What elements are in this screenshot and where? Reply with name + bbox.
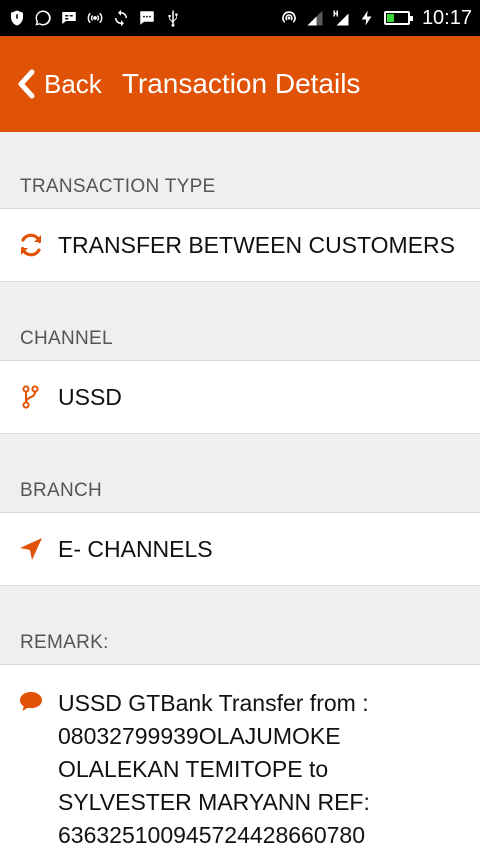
vpn-icon [8, 9, 26, 27]
branch-icon [18, 384, 44, 410]
signal-icon [306, 9, 324, 27]
branch-row: E- CHANNELS [0, 512, 480, 586]
back-button[interactable]: Back [16, 69, 102, 100]
status-clock: 10:17 [421, 6, 472, 29]
wifi-icon [280, 9, 298, 27]
page-title: Transaction Details [121, 68, 361, 99]
battery-icon [383, 11, 413, 25]
channel-row: USSD [0, 360, 480, 434]
sync-icon [112, 9, 130, 27]
location-arrow-icon [18, 536, 44, 562]
section-label-channel: CHANNEL [20, 328, 113, 349]
branch-value: E- CHANNELS [58, 535, 213, 562]
app-bar: Back Transaction Details [0, 36, 480, 132]
chevron-left-icon [18, 69, 35, 99]
transaction-type-value: TRANSFER BETWEEN CUSTOMERS [58, 231, 455, 258]
remark-value: USSD GTBank Transfer from : 08032799939O… [58, 690, 370, 848]
refresh-icon [18, 232, 44, 258]
bbm-icon [60, 9, 78, 27]
signal-h-icon [332, 9, 350, 27]
section-label-branch: BRANCH [20, 480, 103, 501]
whatsapp-icon [34, 9, 52, 27]
usb-icon [164, 9, 182, 27]
charging-icon [358, 9, 376, 27]
section-label-remark: REMARK: [20, 632, 109, 653]
status-bar: 10:17 [0, 0, 480, 36]
section-label-transaction-type: TRANSACTION TYPE [20, 176, 216, 197]
transaction-type-row: TRANSFER BETWEEN CUSTOMERS [0, 208, 480, 282]
hotspot-icon [86, 9, 104, 27]
comment-icon [18, 689, 44, 715]
message-icon [138, 9, 156, 27]
channel-value: USSD [58, 383, 122, 410]
back-label: Back [44, 68, 102, 99]
remark-row: USSD GTBank Transfer from : 08032799939O… [0, 664, 480, 854]
